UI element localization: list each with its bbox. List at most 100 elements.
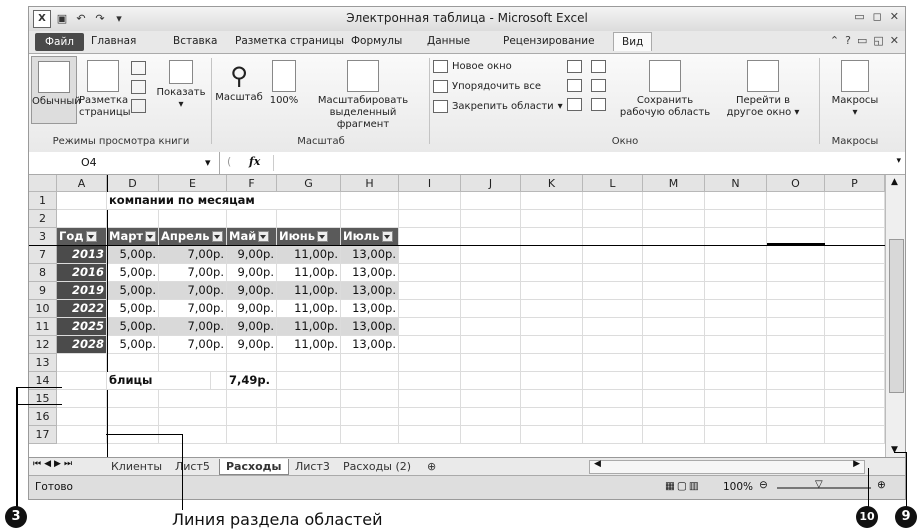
grid-cell[interactable] [583, 246, 643, 264]
grid-cell[interactable] [521, 192, 583, 210]
sheet-tab-list5[interactable]: Лист5 [169, 459, 216, 474]
table-cell[interactable]: 13,00р. [341, 318, 399, 336]
grid-cell[interactable] [583, 336, 643, 354]
custom-views-icon[interactable] [130, 80, 146, 94]
minimize-icon[interactable]: ▭ [854, 10, 864, 23]
row-header[interactable]: 8 [29, 264, 57, 282]
show-button[interactable]: Показать ▾ [155, 60, 207, 111]
grid-cell[interactable] [825, 264, 885, 282]
grid-cell[interactable] [825, 210, 885, 228]
grid-cell[interactable] [399, 408, 461, 426]
grid-cell[interactable] [399, 282, 461, 300]
scroll-right-icon[interactable]: ▶ [853, 459, 860, 469]
save-workspace-button[interactable]: Сохранить рабочую область [619, 60, 711, 119]
grid-cell[interactable] [825, 408, 885, 426]
grid-cell[interactable] [643, 300, 705, 318]
column-header[interactable]: F [227, 175, 277, 192]
scroll-up-icon[interactable]: ▲ [891, 177, 898, 187]
insert-function-icon[interactable]: fx [249, 155, 260, 168]
maximize-icon[interactable]: ◻ [873, 10, 882, 23]
split-icon[interactable] [567, 60, 582, 73]
filter-dropdown-icon[interactable] [145, 231, 157, 242]
side-by-side-icon[interactable] [591, 60, 606, 73]
name-box[interactable]: O4 ▾ [29, 152, 220, 174]
column-header[interactable]: L [583, 175, 643, 192]
grid-cell[interactable] [825, 390, 885, 408]
row-header[interactable]: 12 [29, 336, 57, 354]
wb-minimize-icon[interactable]: ▭ [857, 34, 867, 47]
grid-cell[interactable] [705, 264, 767, 282]
table-cell[interactable]: 7,00р. [159, 336, 227, 354]
grid-cell[interactable] [107, 426, 159, 444]
grid-cell[interactable] [583, 354, 643, 372]
grid-cell[interactable] [643, 354, 705, 372]
sync-scroll-icon[interactable] [591, 79, 606, 92]
scroll-down-icon[interactable]: ▼ [891, 445, 898, 455]
table-cell[interactable]: 9,00р. [227, 282, 277, 300]
grid-cell[interactable] [341, 408, 399, 426]
hide-icon[interactable] [567, 79, 582, 92]
grid-cell[interactable] [767, 264, 825, 282]
grid-cell[interactable] [461, 426, 521, 444]
table-cell[interactable]: 11,00р. [277, 246, 341, 264]
table-cell[interactable]: 9,00р. [227, 318, 277, 336]
grid-cell[interactable] [341, 210, 399, 228]
grid-cell[interactable] [399, 210, 461, 228]
grid-cell[interactable] [643, 246, 705, 264]
column-header[interactable]: I [399, 175, 461, 192]
filter-dropdown-icon[interactable] [258, 231, 270, 242]
close-icon[interactable]: ✕ [890, 10, 899, 23]
grid-cell[interactable] [705, 318, 767, 336]
grid-cell[interactable] [399, 372, 461, 390]
tab-formulas[interactable]: Формулы [351, 35, 402, 47]
column-header[interactable]: N [705, 175, 767, 192]
expand-formula-icon[interactable]: ▾ [896, 156, 901, 166]
grid-cell[interactable] [767, 354, 825, 372]
grid-cell[interactable] [57, 354, 107, 372]
table-cell[interactable]: 11,00р. [277, 318, 341, 336]
grid-cell[interactable] [57, 426, 107, 444]
table-cell[interactable]: 7,00р. [159, 282, 227, 300]
unhide-icon[interactable] [567, 98, 582, 111]
grid-cell[interactable] [825, 300, 885, 318]
scroll-left-icon[interactable]: ◀ [594, 459, 601, 469]
zoom-button[interactable]: ⚲ Масштаб [215, 60, 263, 104]
value-cell[interactable]: 7,49р. [227, 372, 277, 390]
year-cell[interactable]: 2022 [57, 300, 107, 318]
grid-cell[interactable] [583, 426, 643, 444]
grid-cell[interactable] [767, 390, 825, 408]
help-icon[interactable]: ? [845, 34, 851, 47]
table-header-cell[interactable]: Июль [341, 228, 399, 246]
filter-dropdown-icon[interactable] [211, 231, 223, 242]
grid-cell[interactable] [643, 408, 705, 426]
tab-page-layout[interactable]: Разметка страницы [235, 35, 344, 47]
table-header-cell[interactable]: Май [227, 228, 277, 246]
sheet-tab-expenses-2[interactable]: Расходы (2) [337, 459, 417, 474]
grid-cell[interactable] [583, 210, 643, 228]
grid-cell[interactable] [461, 264, 521, 282]
column-header[interactable]: E [159, 175, 227, 192]
view-buttons-icons[interactable]: ▦▢▥ [665, 480, 701, 492]
grid-cell[interactable] [825, 228, 885, 246]
grid-cell[interactable] [705, 390, 767, 408]
table-cell[interactable]: 7,00р. [159, 264, 227, 282]
grid-cell[interactable] [227, 390, 277, 408]
filter-dropdown-icon[interactable] [85, 231, 97, 242]
grid-cell[interactable] [461, 300, 521, 318]
grid-cell[interactable] [461, 372, 521, 390]
grid-cell[interactable] [227, 426, 277, 444]
sheet-nav-icons[interactable]: ⏮◀▶⏭ [33, 459, 75, 469]
grid-cell[interactable] [521, 282, 583, 300]
table-cell[interactable]: 5,00р. [107, 246, 159, 264]
grid-cell[interactable] [521, 246, 583, 264]
grid-cell[interactable] [767, 318, 825, 336]
grid-cell[interactable] [461, 282, 521, 300]
full-screen-icon[interactable] [130, 99, 146, 113]
grid-cell[interactable] [521, 390, 583, 408]
macros-button[interactable]: Макросы ▾ [825, 60, 885, 119]
year-cell[interactable]: 2013 [57, 246, 107, 264]
column-header[interactable]: M [643, 175, 705, 192]
normal-view-button[interactable]: Обычный [31, 56, 81, 124]
grid-cell[interactable] [341, 354, 399, 372]
table-cell[interactable]: 7,00р. [159, 318, 227, 336]
